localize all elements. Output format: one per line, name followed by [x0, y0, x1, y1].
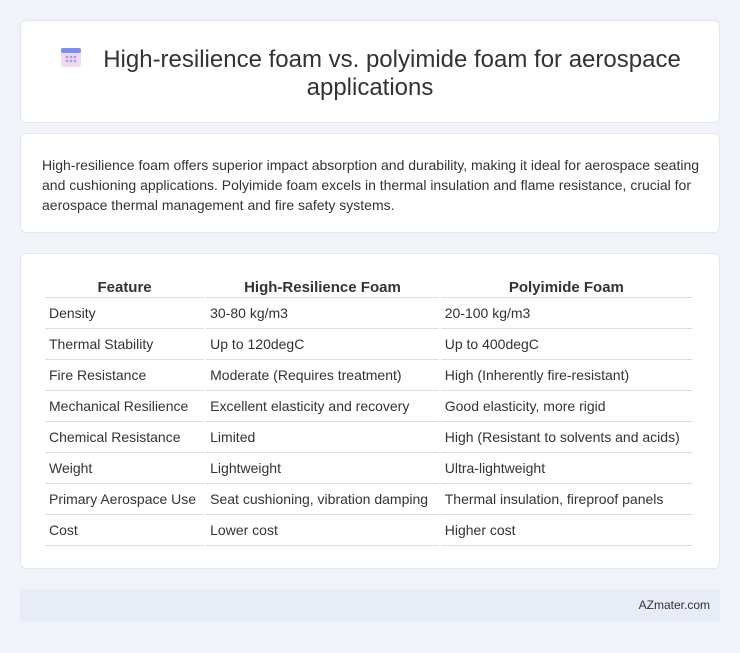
polyimide-cell: Ultra-lightweight [440, 453, 692, 484]
page-title-block: High-resilience foam vs. polyimide foam … [21, 45, 719, 102]
high-resilience-cell: Seat cushioning, vibration damping [206, 484, 439, 515]
feature-cell: Chemical Resistance [45, 422, 205, 453]
page-title: High-resilience foam vs. polyimide foam … [103, 46, 681, 101]
polyimide-cell: Thermal insulation, fireproof panels [440, 484, 692, 515]
high-resilience-cell: Lightweight [206, 453, 439, 484]
feature-cell: Weight [45, 453, 205, 484]
footer: AZmater.com [20, 589, 720, 622]
header-high-resilience-foam: High-Resilience Foam [206, 276, 439, 298]
feature-cell: Mechanical Resilience [45, 391, 205, 422]
table-row: Fire Resistance Moderate (Requires treat… [45, 360, 692, 391]
polyimide-cell: Up to 400degC [440, 329, 692, 360]
high-resilience-cell: 30-80 kg/m3 [206, 298, 439, 329]
header-polyimide-foam: Polyimide Foam [440, 276, 692, 298]
high-resilience-cell: Excellent elasticity and recovery [206, 391, 439, 422]
table-row: Density 30-80 kg/m3 20-100 kg/m3 [45, 298, 692, 329]
feature-cell: Primary Aerospace Use [45, 484, 205, 515]
high-resilience-cell: Moderate (Requires treatment) [206, 360, 439, 391]
summary-text: High-resilience foam offers superior imp… [42, 157, 700, 213]
footer-source-link[interactable]: AZmater.com [639, 598, 710, 612]
feature-cell: Thermal Stability [45, 329, 205, 360]
polyimide-cell: Good elasticity, more rigid [440, 391, 692, 422]
polyimide-cell: High (Inherently fire-resistant) [440, 360, 692, 391]
comparison-table: Feature High-Resilience Foam Polyimide F… [43, 276, 694, 546]
header-feature: Feature [45, 276, 205, 298]
polyimide-cell: High (Resistant to solvents and acids) [440, 422, 692, 453]
calendar-icon [61, 48, 82, 67]
polyimide-cell: Higher cost [440, 515, 692, 546]
high-resilience-cell: Lower cost [206, 515, 439, 546]
high-resilience-cell: Up to 120degC [206, 329, 439, 360]
summary-card: High-resilience foam offers superior imp… [20, 133, 720, 233]
table-row: Chemical Resistance Limited High (Resist… [45, 422, 692, 453]
comparison-table-card: Feature High-Resilience Foam Polyimide F… [20, 253, 720, 569]
table-row: Cost Lower cost Higher cost [45, 515, 692, 546]
table-row: Mechanical Resilience Excellent elastici… [45, 391, 692, 422]
table-row: Thermal Stability Up to 120degC Up to 40… [45, 329, 692, 360]
table-row: Primary Aerospace Use Seat cushioning, v… [45, 484, 692, 515]
feature-cell: Fire Resistance [45, 360, 205, 391]
table-row: Weight Lightweight Ultra-lightweight [45, 453, 692, 484]
feature-cell: Cost [45, 515, 205, 546]
table-header-row: Feature High-Resilience Foam Polyimide F… [45, 276, 692, 298]
high-resilience-cell: Limited [206, 422, 439, 453]
title-card: High-resilience foam vs. polyimide foam … [20, 20, 720, 123]
polyimide-cell: 20-100 kg/m3 [440, 298, 692, 329]
feature-cell: Density [45, 298, 205, 329]
